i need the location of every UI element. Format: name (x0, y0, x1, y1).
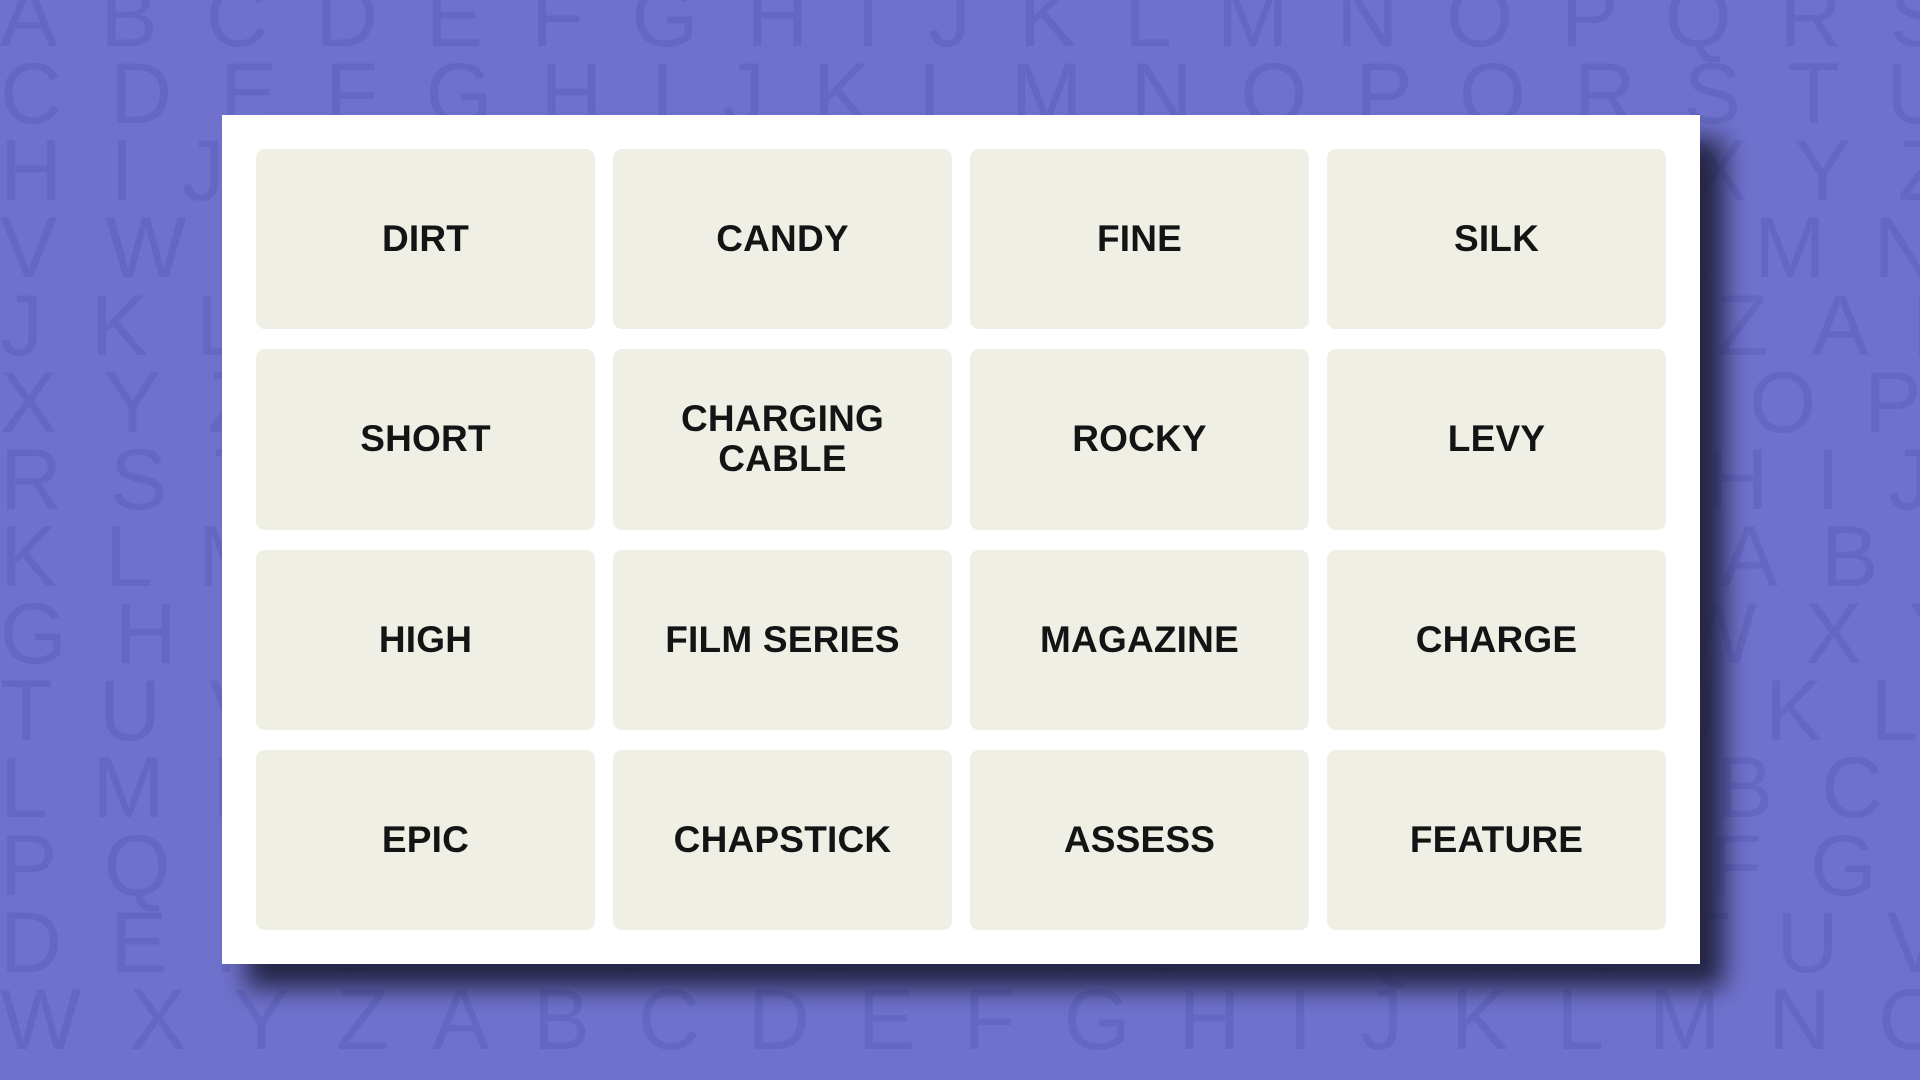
word-tile-label: MAGAZINE (1040, 618, 1239, 660)
watermark-letter-row: W X Y Z A B C D E F G H I J K L M N O P … (0, 971, 1920, 1068)
word-tile[interactable]: CHAPSTICK (613, 749, 952, 930)
word-tile[interactable]: FEATURE (1327, 749, 1666, 930)
watermark-letter-row: A B C D E F G H I J K L M N O P Q R S T … (0, 0, 1920, 65)
word-tile-label: ROCKY (1072, 418, 1207, 460)
word-tile[interactable]: CANDY (613, 149, 952, 330)
word-tile[interactable]: SHORT (256, 349, 595, 530)
word-tile[interactable]: ROCKY (970, 349, 1309, 530)
word-tile-grid: DIRT CANDY FINE SILK SHORT CHARGING CABLE ROCK… (256, 149, 1666, 930)
word-tile[interactable]: DIRT (256, 149, 595, 330)
word-tile-label: CHARGING CABLE (680, 398, 885, 480)
word-tile-label: EPIC (381, 818, 470, 860)
word-tile-label: LEVY (1447, 418, 1546, 460)
word-tile-label: FINE (1096, 218, 1183, 260)
word-tile[interactable]: MAGAZINE (970, 549, 1309, 730)
word-tile-label: HIGH (378, 618, 473, 660)
word-tile[interactable]: SILK (1327, 149, 1666, 330)
app-root: A B C D E F G H I J K L M N O P Q R S T … (0, 0, 1920, 1080)
word-tile-label: CHARGE (1415, 618, 1578, 660)
word-tile-label: SILK (1453, 218, 1540, 260)
puzzle-board-card: DIRT CANDY FINE SILK SHORT CHARGING CABLE ROCK… (222, 115, 1700, 964)
word-tile[interactable]: EPIC (256, 749, 595, 930)
word-tile-label: CHAPSTICK (673, 818, 892, 860)
word-tile[interactable]: LEVY (1327, 349, 1666, 530)
word-tile-label: ASSESS (1063, 818, 1216, 860)
word-tile[interactable]: CHARGE (1327, 549, 1666, 730)
word-tile[interactable]: HIGH (256, 549, 595, 730)
word-tile-label: FEATURE (1409, 818, 1584, 860)
word-tile-label: DIRT (381, 218, 470, 260)
word-tile-label: SHORT (360, 418, 491, 460)
word-tile[interactable]: FILM SERIES (613, 549, 952, 730)
word-tile-label: CANDY (716, 218, 849, 260)
word-tile-label: FILM SERIES (665, 618, 900, 660)
word-tile[interactable]: ASSESS (970, 749, 1309, 930)
word-tile[interactable]: CHARGING CABLE (613, 349, 952, 530)
word-tile[interactable]: FINE (970, 149, 1309, 330)
